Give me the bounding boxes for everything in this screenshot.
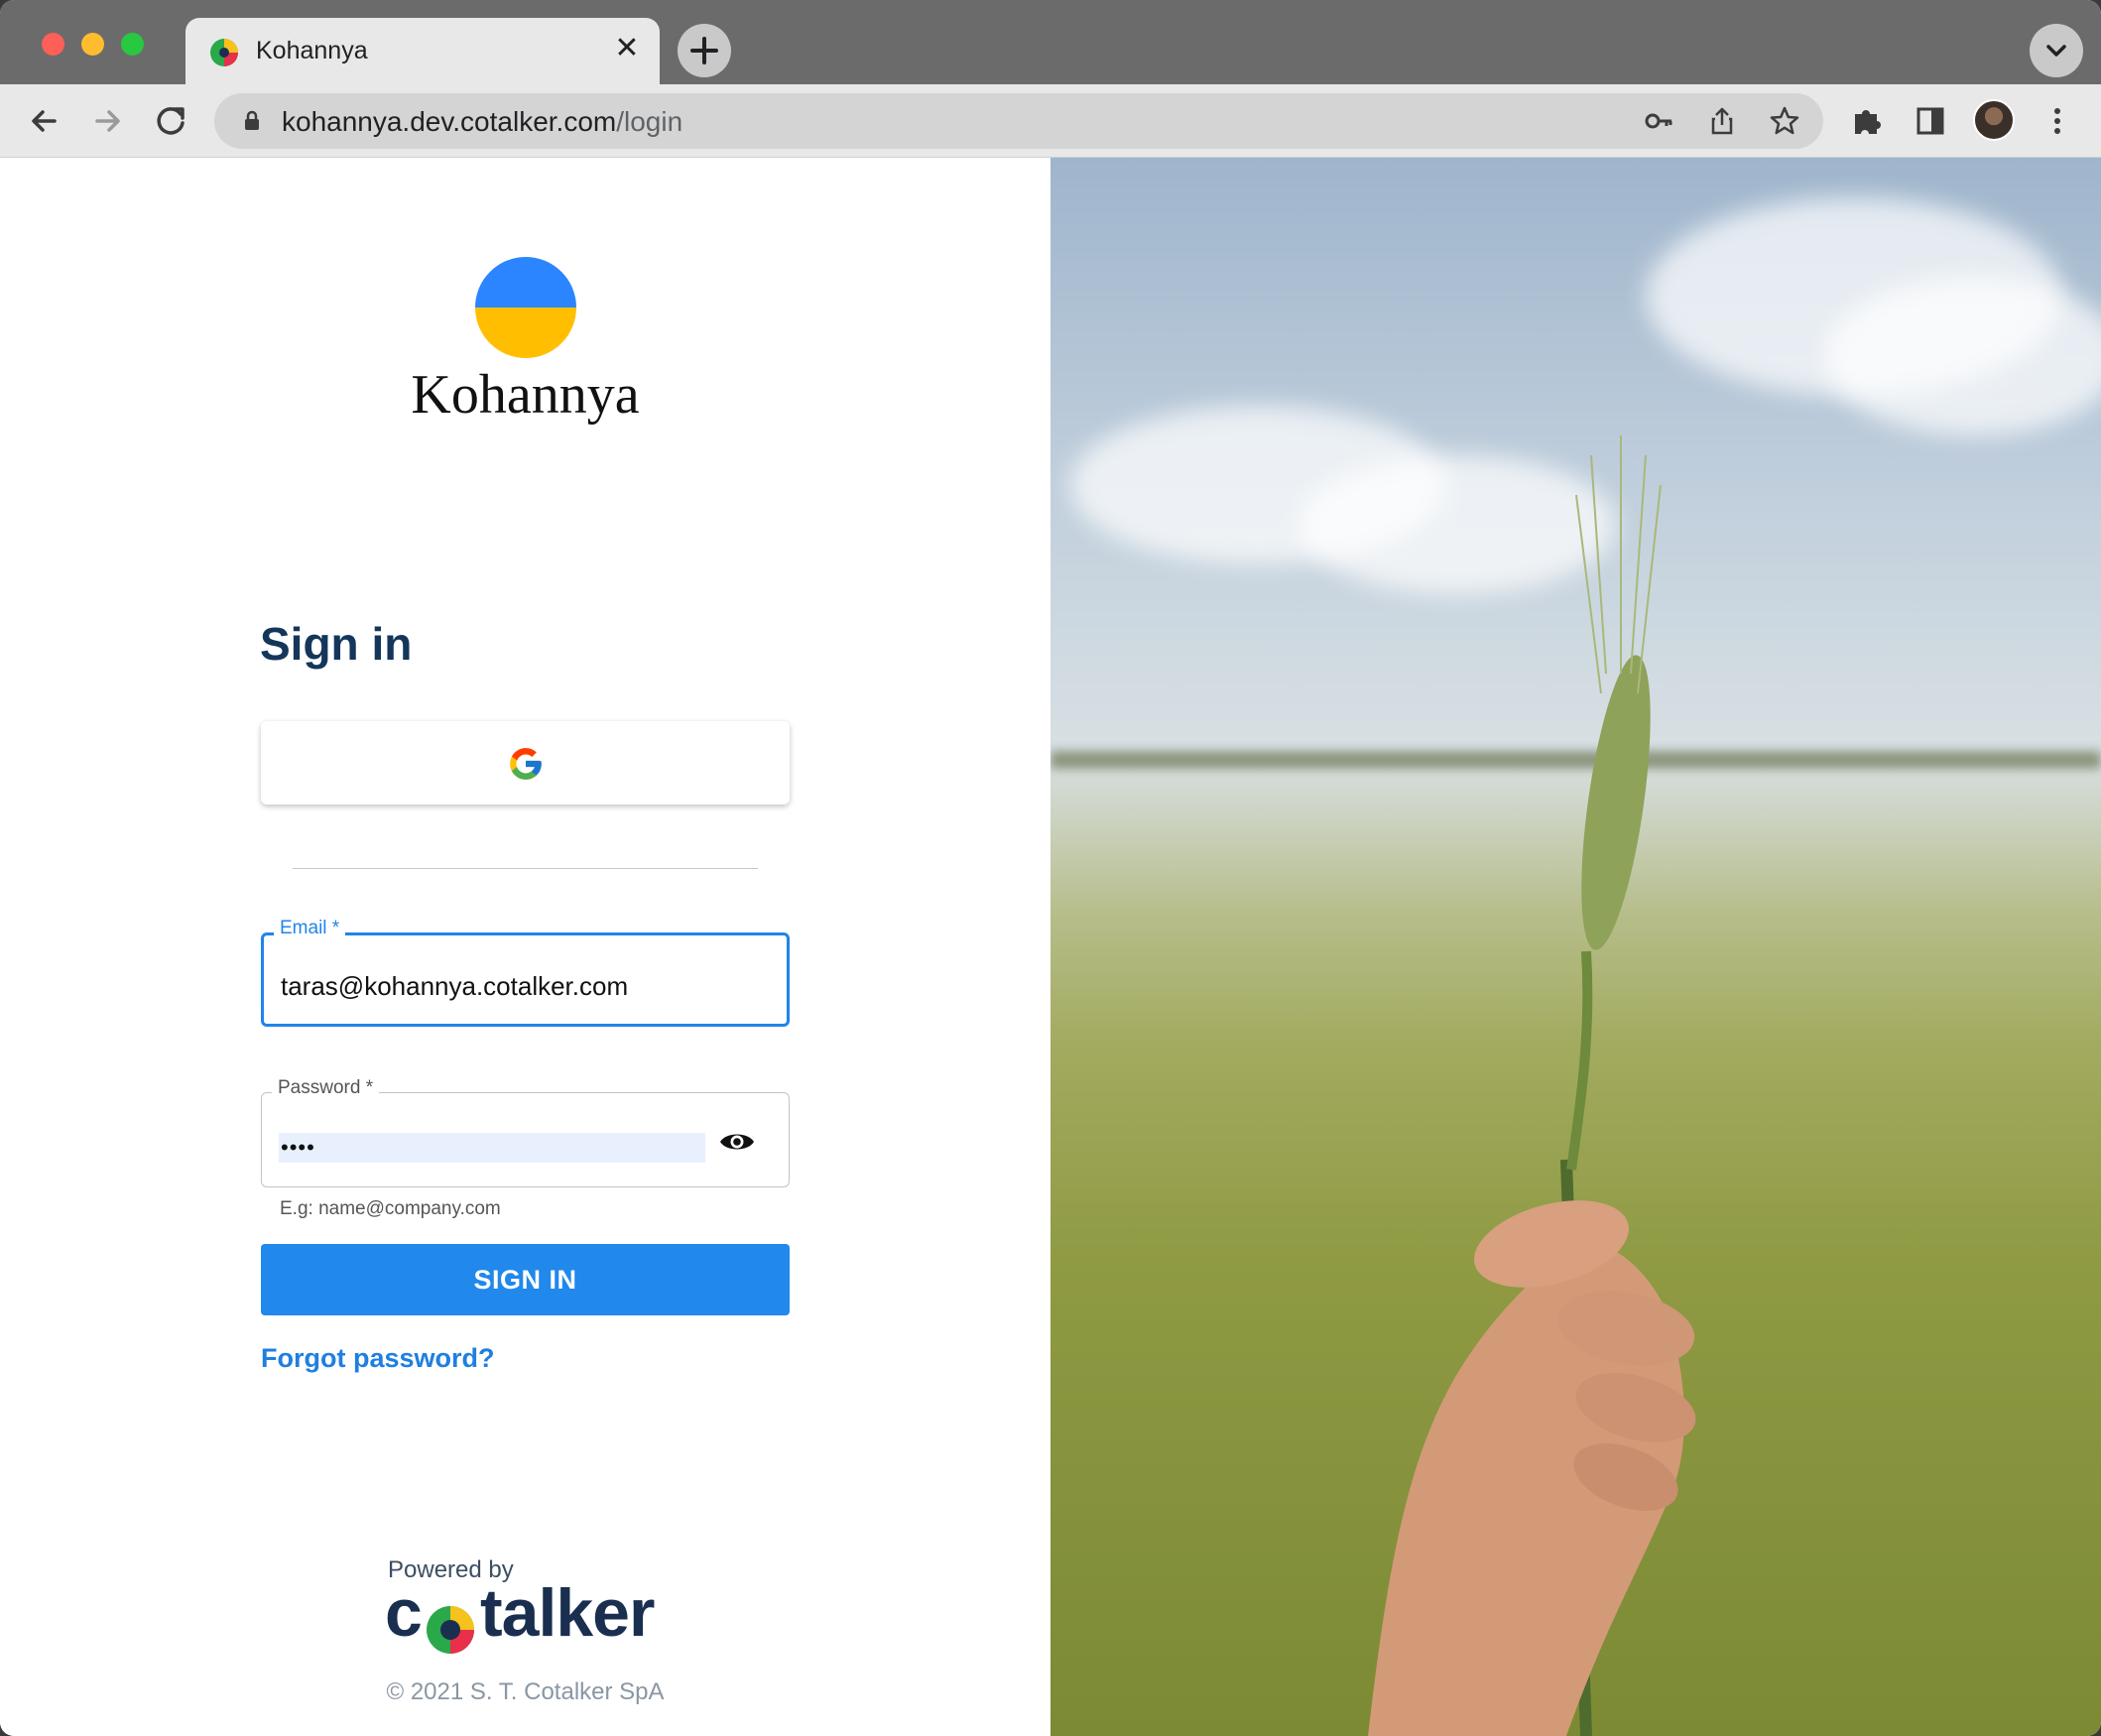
forgot-password-link[interactable]: Forgot password? [261,1343,495,1374]
extensions-puzzle-icon[interactable] [1846,100,1888,142]
tab-search-button[interactable] [2030,24,2083,77]
email-field[interactable]: Email * taras@kohannya.cotalker.com [261,918,790,1027]
tab-title: Kohannya [256,37,368,64]
browser-toolbar: kohannya.dev.cotalker.com/login [0,84,2101,158]
reload-icon[interactable] [150,100,191,142]
side-panel-icon[interactable] [1910,100,1951,142]
show-password-eye-icon[interactable] [718,1130,756,1154]
url-text: kohannya.dev.cotalker.com/login [282,106,682,138]
email-input[interactable]: taras@kohannya.cotalker.com [281,971,628,1002]
divider [293,868,758,869]
forward-arrow-icon[interactable] [86,100,128,142]
cotalker-logo: c talker [385,1574,663,1654]
key-icon[interactable] [1643,105,1674,137]
sign-in-button[interactable]: SIGN IN [261,1244,790,1315]
title-bar: Kohannya ✕ [0,0,2101,84]
cotalker-favicon-icon [210,39,238,66]
cotalker-logo-c: c [385,1575,423,1651]
share-icon[interactable] [1706,105,1738,137]
browser-window: Kohannya ✕ kohannya.dev.cotalker.com/log… [0,0,2101,1736]
back-arrow-icon[interactable] [24,100,65,142]
wheat-field-photo [1050,158,2101,1736]
wheat-and-hand-illustration [1368,435,1696,1736]
email-helper-text: E.g: name@company.com [280,1198,501,1219]
url-path: /login [616,106,683,137]
email-label: Email * [274,918,346,939]
login-panel: Kohannya Sign in Email * taras@kohannya.… [0,158,1050,1736]
lock-icon [245,110,259,130]
maximize-window-button[interactable] [121,33,144,56]
logo-top-half [475,257,576,308]
close-window-button[interactable] [42,33,64,56]
password-input[interactable]: •••• [279,1133,705,1163]
address-bar[interactable]: kohannya.dev.cotalker.com/login [214,93,1823,149]
google-signin-button[interactable] [261,721,790,805]
page-content: Kohannya Sign in Email * taras@kohannya.… [0,158,2101,1736]
brand-name: Kohannya [411,364,640,426]
google-icon [510,748,542,780]
close-tab-icon[interactable]: ✕ [610,32,644,65]
chevron-down-icon [2046,45,2066,57]
profile-avatar[interactable] [1973,99,2015,141]
copyright-text: © 2021 S. T. Cotalker SpA [386,1678,665,1705]
new-tab-button[interactable] [678,24,731,77]
cotalker-logo-talker: talker [480,1575,655,1651]
logo-bottom-half [475,308,576,358]
star-icon[interactable] [1769,105,1800,137]
kohannya-logo [475,257,576,358]
password-label: Password * [272,1077,380,1099]
minimize-window-button[interactable] [81,33,104,56]
password-field[interactable]: Password * •••• [261,1077,790,1187]
url-host: kohannya.dev.cotalker.com [282,106,617,137]
cotalker-o-mark-icon [427,1606,474,1654]
more-menu-icon[interactable] [2037,100,2078,142]
plus-icon [690,37,718,64]
browser-tab[interactable]: Kohannya ✕ [185,18,660,84]
page-title: Sign in [260,618,413,670]
